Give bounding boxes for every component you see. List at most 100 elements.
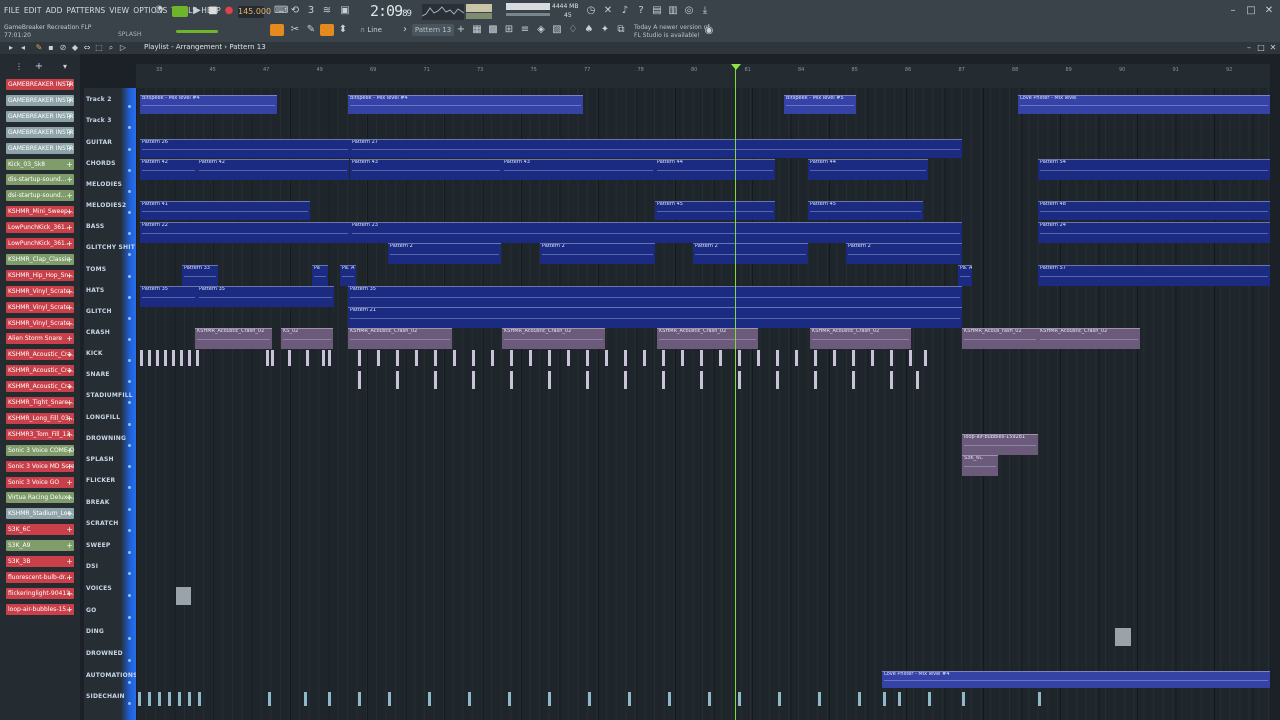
window-maximize-icon[interactable]: □ bbox=[1256, 43, 1266, 53]
playlist-clip[interactable]: KSHMR_Acous_rash_02 bbox=[962, 328, 1038, 349]
channel-plus-icon[interactable]: + bbox=[66, 286, 73, 297]
playlist-clip[interactable]: Pattern 43 bbox=[502, 159, 655, 180]
track-mute-icon[interactable] bbox=[128, 659, 131, 662]
track-mute-icon[interactable] bbox=[128, 148, 131, 151]
kick-hits-3[interactable] bbox=[358, 350, 928, 366]
channel-plus-icon[interactable]: + bbox=[66, 206, 73, 217]
channel-button[interactable]: KSHMR_Acoustic_Cra... + bbox=[6, 365, 74, 377]
playlist-clip[interactable]: KSHMR_Acoustic_Crash_02 bbox=[195, 328, 272, 349]
play-icon[interactable]: ▶ bbox=[192, 6, 202, 16]
playlist-clip[interactable]: loop-air-bubbles-159281 bbox=[962, 434, 1038, 455]
track-mute-icon[interactable] bbox=[128, 681, 131, 684]
channel-button[interactable]: KSHMR_Clap_Classic + bbox=[6, 253, 74, 265]
track-mute-icon[interactable] bbox=[128, 551, 131, 554]
channel-button[interactable]: dsi-startup-sound... + bbox=[6, 190, 74, 202]
track-name[interactable]: MELODIES2 bbox=[86, 202, 126, 209]
track-name[interactable]: STADIUMFILL bbox=[86, 392, 133, 399]
channel-button[interactable]: Sonic 3 Voice GO + bbox=[6, 476, 74, 488]
playlist-clip[interactable]: Pattern 54 bbox=[1038, 159, 1270, 180]
kick-hits-2[interactable] bbox=[266, 350, 336, 366]
update-notice[interactable]: Today A newer version of FL Studio is av… bbox=[634, 24, 709, 40]
channel-button[interactable]: Sonic 3 Voice COME ON + bbox=[6, 444, 74, 456]
channel-plus-icon[interactable]: + bbox=[66, 508, 73, 519]
window-close-icon[interactable]: ✕ bbox=[1268, 43, 1278, 53]
track-mute-icon[interactable] bbox=[128, 296, 131, 299]
channel-plus-icon[interactable]: + bbox=[66, 556, 73, 567]
channel-plus-icon[interactable]: + bbox=[66, 397, 73, 408]
channel-plus-icon[interactable]: + bbox=[66, 254, 73, 265]
arrow-right-icon[interactable]: › bbox=[400, 25, 410, 35]
playlist-clip[interactable]: Pattern 24 bbox=[1038, 222, 1270, 243]
browser-icon[interactable]: ≡ bbox=[520, 25, 530, 35]
help-icon[interactable]: ? bbox=[636, 6, 646, 16]
playlist-clip[interactable]: Pattern 45 bbox=[655, 201, 775, 220]
track-name[interactable]: DROWNED bbox=[86, 650, 123, 657]
playlist-clip[interactable]: Pattern 2 bbox=[540, 243, 655, 264]
playlist-clip[interactable]: Pattern 42 bbox=[197, 159, 349, 180]
master-volume-slider[interactable] bbox=[176, 30, 218, 33]
loop-icon[interactable]: ⟲ bbox=[290, 6, 300, 16]
playlist-clip[interactable]: KSHMR_Acoustic_Crash_02 bbox=[657, 328, 758, 349]
channel-plus-icon[interactable]: + bbox=[66, 222, 73, 233]
channel-add-icon[interactable]: + bbox=[34, 62, 44, 72]
playlist-clip[interactable]: Pattern 2 bbox=[693, 243, 808, 264]
playlist-clip[interactable]: Pattern 45 bbox=[808, 201, 923, 220]
menu-patterns[interactable]: PATTERNS bbox=[67, 6, 106, 18]
channel-plus-icon[interactable]: + bbox=[66, 445, 73, 456]
channel-plus-icon[interactable]: + bbox=[66, 111, 73, 122]
track-mute-icon[interactable] bbox=[128, 253, 131, 256]
channel-button[interactable]: KSHMR_Long_Fill_03... + bbox=[6, 412, 74, 424]
track-mute-icon[interactable] bbox=[128, 275, 131, 278]
track-mute-icon[interactable] bbox=[128, 702, 131, 705]
channel-button[interactable]: S3K_A9 + bbox=[6, 540, 74, 552]
channel-button[interactable]: LowPunchKick_361... + bbox=[6, 238, 74, 249]
channel-button[interactable]: LowPunchKick_361... + bbox=[6, 222, 74, 234]
playhead-marker[interactable] bbox=[731, 64, 741, 70]
playlist-menu-icon[interactable]: ▸ bbox=[6, 43, 16, 53]
timeline-ruler[interactable]: 33 45 47 49 69 71 73 75 77 78 80 81 84 85 86 87 88 89 90 91… bbox=[136, 64, 1270, 88]
tools-icon[interactable]: ✕ bbox=[603, 6, 613, 16]
playlist-grid[interactable] bbox=[136, 88, 1270, 720]
track-name[interactable]: VOICES bbox=[86, 585, 112, 592]
channel-plus-icon[interactable]: + bbox=[66, 381, 73, 392]
maximize-icon[interactable]: □ bbox=[1246, 6, 1256, 16]
track-name[interactable]: DROWNING bbox=[86, 435, 126, 442]
track-name[interactable]: DING bbox=[86, 628, 104, 635]
plugin-picker-icon[interactable]: ◈ bbox=[536, 25, 546, 35]
playlist-clip[interactable]: Love Philter - Mix level bbox=[1018, 95, 1270, 114]
track-mute-icon[interactable] bbox=[128, 465, 131, 468]
track-name[interactable]: SNARE bbox=[86, 371, 110, 378]
kick-hits-1[interactable] bbox=[140, 350, 200, 366]
menu-view[interactable]: VIEW bbox=[109, 6, 129, 18]
track-mute-icon[interactable] bbox=[128, 317, 131, 320]
playlist-clip[interactable]: Pattern 35 bbox=[197, 286, 334, 307]
zoom-tool-icon[interactable]: ⌕ bbox=[106, 43, 116, 53]
channel-menu-icon[interactable]: ⋮ bbox=[14, 62, 24, 72]
mic-input-icon[interactable]: ♠ bbox=[584, 25, 594, 35]
track-name[interactable]: GO bbox=[86, 607, 96, 614]
track-mute-icon[interactable] bbox=[128, 616, 131, 619]
channel-plus-icon[interactable]: + bbox=[66, 572, 73, 583]
channel-plus-icon[interactable]: + bbox=[66, 190, 73, 201]
delete-tool-icon[interactable]: ⊘ bbox=[58, 43, 68, 53]
cpu-icon[interactable]: ◷ bbox=[586, 6, 596, 16]
link-icon[interactable] bbox=[320, 24, 334, 36]
channel-button[interactable]: KSHMR_Vinyl_Scratc... + bbox=[6, 285, 74, 297]
menu-edit[interactable]: EDIT bbox=[24, 6, 42, 18]
playlist-clip[interactable]: S3K_6C bbox=[962, 455, 998, 476]
track-name[interactable]: MELODIES bbox=[86, 181, 122, 188]
channel-button[interactable]: loop-air-bubbles-15... + bbox=[6, 603, 74, 615]
channel-plus-icon[interactable]: + bbox=[66, 365, 73, 376]
channel-button[interactable]: KSHMR_Stadium_Lon... + bbox=[6, 508, 74, 520]
playlist-clip[interactable]: Pattern 35 bbox=[348, 286, 962, 307]
channel-button[interactable]: flickeringlight-90411... + bbox=[6, 587, 74, 599]
channel-button[interactable]: KSHMR_Hip_Hop_Sn... + bbox=[6, 269, 74, 281]
chat-icon[interactable]: ◎ bbox=[684, 6, 694, 16]
download-icon[interactable]: ⤓ bbox=[700, 6, 710, 16]
channel-plus-icon[interactable]: + bbox=[66, 270, 73, 281]
cut-icon[interactable]: ✂ bbox=[290, 25, 300, 35]
track-name[interactable]: Track 2 bbox=[86, 96, 112, 103]
playlist-clip[interactable]: Pattern 44 bbox=[808, 159, 928, 180]
channel-plus-icon[interactable]: + bbox=[66, 413, 73, 424]
track-name[interactable]: HATS bbox=[86, 287, 104, 294]
